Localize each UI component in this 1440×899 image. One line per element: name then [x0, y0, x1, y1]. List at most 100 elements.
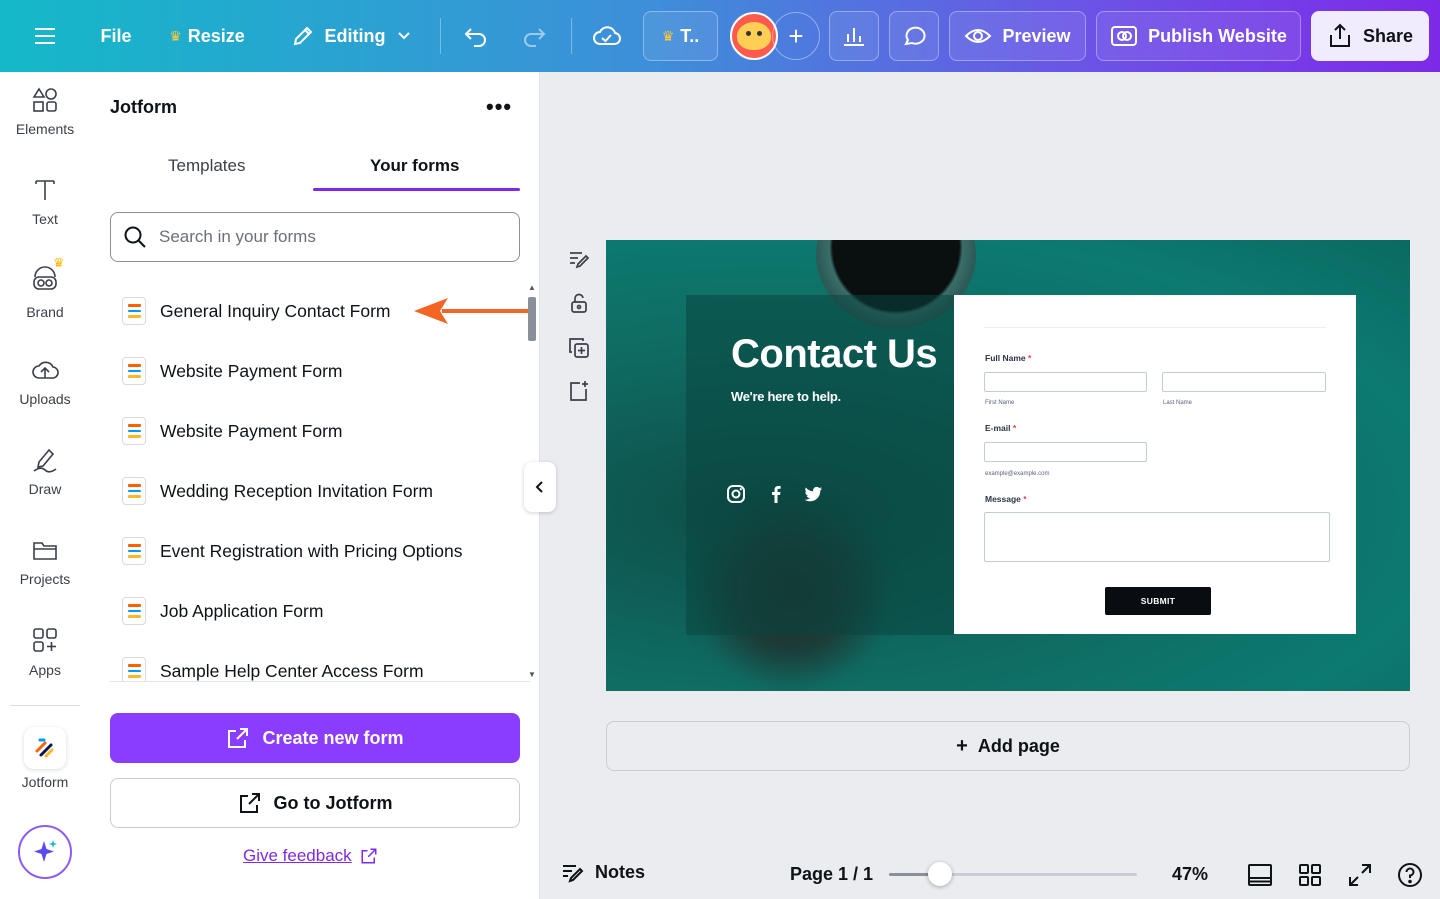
- invite-collaborator-button[interactable]: +: [772, 12, 820, 60]
- list-item-form[interactable]: Event Registration with Pricing Options: [110, 526, 510, 576]
- expand-icon: [1349, 864, 1371, 886]
- magic-assistant-button[interactable]: [18, 825, 72, 879]
- menu-button[interactable]: [22, 11, 68, 61]
- plus-icon: +: [788, 20, 804, 51]
- add-page-label: Add page: [977, 735, 1060, 756]
- scroll-down-arrow[interactable]: ▼: [528, 670, 536, 679]
- required-mark: *: [1012, 423, 1017, 433]
- unlock-icon: [571, 293, 587, 313]
- contact-subtitle[interactable]: We're here to help.: [731, 389, 841, 404]
- rail-item-elements[interactable]: Elements: [0, 72, 90, 152]
- bar-chart-icon: [844, 28, 864, 46]
- form-document-icon: [122, 657, 146, 681]
- lock-page-button[interactable]: [565, 289, 593, 317]
- publish-website-button[interactable]: Publish Website: [1096, 11, 1301, 61]
- rail-item-text[interactable]: Text: [0, 162, 90, 242]
- preview-button[interactable]: Preview: [949, 11, 1086, 61]
- rail-item-apps[interactable]: Apps: [0, 612, 90, 692]
- instagram-icon: [725, 483, 747, 505]
- file-menu-button[interactable]: File: [90, 11, 142, 61]
- share-label: Share: [1362, 25, 1414, 46]
- list-item-form[interactable]: Wedding Reception Invitation Form: [110, 466, 510, 516]
- comment-icon: [904, 26, 926, 46]
- editing-mode-dropdown[interactable]: Editing: [278, 11, 424, 61]
- active-tab-indicator: [313, 188, 520, 191]
- scroll-up-arrow[interactable]: ▲: [528, 283, 536, 292]
- tab-your-forms[interactable]: Your forms: [370, 156, 459, 176]
- team-label: T..: [680, 25, 700, 46]
- team-button[interactable]: ♛ T..: [643, 11, 718, 61]
- share-button[interactable]: Share: [1311, 11, 1429, 61]
- tab-templates[interactable]: Templates: [168, 156, 245, 176]
- first-name-field[interactable]: [984, 372, 1147, 392]
- undo-button[interactable]: [454, 11, 498, 61]
- text-icon: [35, 180, 55, 200]
- email-field[interactable]: [984, 442, 1147, 462]
- external-link-icon: [361, 848, 377, 864]
- redo-button[interactable]: [512, 11, 556, 61]
- list-item-form[interactable]: Website Payment Form: [110, 406, 510, 456]
- collapse-panel-button[interactable]: [524, 462, 556, 512]
- embedded-contact-form[interactable]: Full Name * First Name Last Name E-mail …: [954, 295, 1356, 634]
- contact-title[interactable]: Contact Us: [731, 332, 938, 377]
- help-button[interactable]: [1396, 861, 1424, 889]
- rail-item-brand[interactable]: ♛ Brand: [0, 252, 90, 332]
- toolbar-divider: [440, 18, 441, 54]
- zoom-level[interactable]: 47%: [1172, 864, 1208, 885]
- form-document-icon: [122, 357, 146, 385]
- jotform-panel: Jotform ••• Templates Your forms General…: [90, 72, 540, 899]
- notes-label: Notes: [595, 861, 646, 882]
- file-label: File: [100, 25, 132, 46]
- add-page-side-button[interactable]: [565, 377, 593, 405]
- cloud-check-icon: [593, 26, 621, 45]
- cloud-save-button[interactable]: [584, 11, 630, 61]
- jotform-app-label: Jotform: [21, 774, 69, 790]
- rail-item-projects[interactable]: Projects: [0, 522, 90, 602]
- rail-label: Text: [32, 211, 58, 227]
- full-name-text: Full Name: [985, 353, 1026, 363]
- insights-button[interactable]: [829, 11, 879, 61]
- create-new-form-button[interactable]: Create new form: [110, 713, 520, 763]
- form-title: Job Application Form: [160, 600, 324, 621]
- submit-button[interactable]: SUBMIT: [1105, 587, 1211, 615]
- add-page-button[interactable]: + Add page: [606, 721, 1410, 771]
- grid-view-button[interactable]: [1296, 861, 1324, 889]
- list-item-form[interactable]: Job Application Form: [110, 586, 510, 636]
- give-feedback-link[interactable]: Give feedback: [243, 846, 378, 866]
- rail-item-draw[interactable]: Draw: [0, 432, 90, 512]
- page-view-button[interactable]: [1246, 861, 1274, 889]
- jotform-app-button[interactable]: [24, 727, 66, 769]
- resize-label: Resize: [187, 25, 245, 46]
- bottom-status-bar: Notes Page 1 / 1 47%: [541, 849, 1440, 899]
- form-title: Event Registration with Pricing Options: [160, 540, 463, 561]
- design-page[interactable]: Contact Us We're here to help. Full Name…: [606, 240, 1410, 691]
- search-input[interactable]: [159, 227, 489, 247]
- external-link-icon: [239, 793, 260, 813]
- more-options-button[interactable]: •••: [486, 94, 512, 120]
- fullscreen-button[interactable]: [1346, 861, 1374, 889]
- message-textarea[interactable]: [984, 512, 1330, 562]
- last-name-field[interactable]: [1162, 372, 1326, 392]
- go-to-jotform-button[interactable]: Go to Jotform: [110, 778, 520, 828]
- rail-item-uploads[interactable]: Uploads: [0, 342, 90, 422]
- notes-button[interactable]: Notes: [561, 861, 645, 883]
- list-item-form[interactable]: Sample Help Center Access Form: [110, 646, 510, 681]
- user-avatar[interactable]: [730, 12, 778, 60]
- resize-button[interactable]: ♛ Resize: [158, 11, 256, 61]
- form-title: Sample Help Center Access Form: [160, 660, 424, 681]
- comments-button[interactable]: [889, 11, 939, 61]
- sparkle-icon: [34, 840, 57, 862]
- list-item-form[interactable]: Website Payment Form: [110, 346, 510, 396]
- zoom-slider-handle[interactable]: [927, 862, 952, 886]
- form-document-icon: [122, 417, 146, 445]
- page-indicator[interactable]: Page 1 / 1: [790, 864, 873, 885]
- page-notes-button[interactable]: [565, 245, 593, 273]
- duplicate-page-button[interactable]: [565, 334, 593, 362]
- elements-icon: [32, 87, 57, 112]
- form-document-icon: [122, 537, 146, 565]
- top-toolbar: File ♛ Resize Editing ♛ T.. + Preview Publ…: [0, 0, 1440, 72]
- email-hint: example@example.com: [985, 471, 1050, 477]
- rail-label: Elements: [15, 121, 75, 137]
- annotation-arrow-icon: [414, 298, 528, 324]
- form-title: Wedding Reception Invitation Form: [160, 480, 434, 501]
